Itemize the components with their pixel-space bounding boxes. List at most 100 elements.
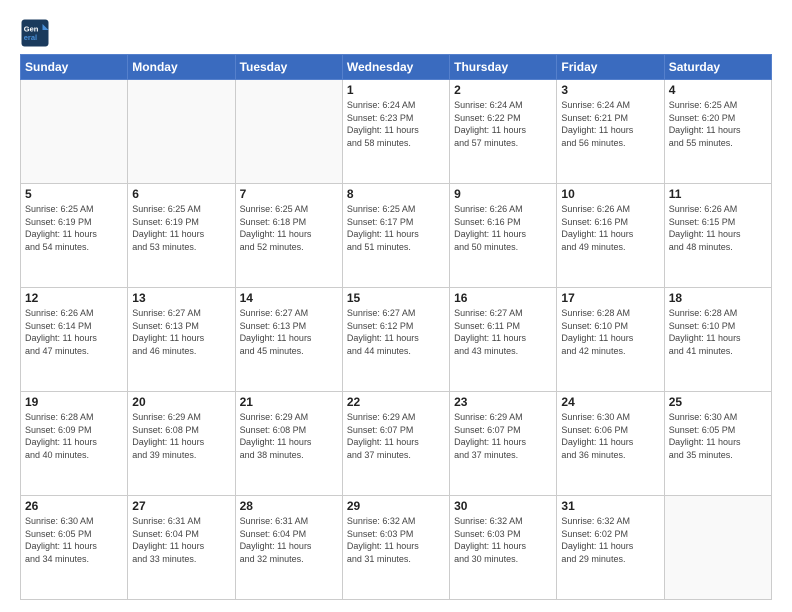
calendar-cell: 10Sunrise: 6:26 AM Sunset: 6:16 PM Dayli… [557, 184, 664, 288]
day-info: Sunrise: 6:32 AM Sunset: 6:03 PM Dayligh… [454, 515, 552, 565]
day-header-thursday: Thursday [450, 55, 557, 80]
day-info: Sunrise: 6:27 AM Sunset: 6:11 PM Dayligh… [454, 307, 552, 357]
day-info: Sunrise: 6:27 AM Sunset: 6:12 PM Dayligh… [347, 307, 445, 357]
day-header-monday: Monday [128, 55, 235, 80]
logo-icon: Gen eral [20, 18, 50, 48]
day-info: Sunrise: 6:28 AM Sunset: 6:10 PM Dayligh… [669, 307, 767, 357]
day-number: 7 [240, 187, 338, 201]
day-info: Sunrise: 6:32 AM Sunset: 6:02 PM Dayligh… [561, 515, 659, 565]
calendar-cell: 17 Sunrise: 6:28 AM Sunset: 6:10 PM Dayli… [557, 288, 664, 392]
day-number: 4 [669, 83, 767, 97]
day-info: Sunrise: 6:25 AM Sunset: 6:19 PM Dayligh… [132, 203, 230, 253]
day-info: Sunrise: 6:25 AM Sunset: 6:19 PM Dayligh… [25, 203, 123, 253]
calendar-cell: 14 Sunrise: 6:27 AM Sunset: 6:13 PM Dayli… [235, 288, 342, 392]
header: Gen eral [20, 18, 772, 48]
day-info: Sunrise: 6:25 AM Sunset: 6:20 PM Dayligh… [669, 99, 767, 149]
day-info: Sunrise: 6:29 AM Sunset: 6:08 PM Dayligh… [240, 411, 338, 461]
svg-text:eral: eral [24, 33, 37, 42]
calendar-cell: 19 Sunrise: 6:28 AM Sunset: 6:09 PM Dayli… [21, 392, 128, 496]
day-info: Sunrise: 6:26 AM Sunset: 6:14 PM Dayligh… [25, 307, 123, 357]
calendar-cell: 3 Sunrise: 6:24 AM Sunset: 6:21 PM Daylig… [557, 80, 664, 184]
day-number: 30 [454, 499, 552, 513]
calendar-cell: 6 Sunrise: 6:25 AM Sunset: 6:19 PM Daylig… [128, 184, 235, 288]
day-info: Sunrise: 6:26 AM Sunset: 6:15 PM Dayligh… [669, 203, 767, 253]
calendar-cell: 12 Sunrise: 6:26 AM Sunset: 6:14 PM Dayli… [21, 288, 128, 392]
calendar-cell: 16Sunrise: 6:27 AM Sunset: 6:11 PM Dayli… [450, 288, 557, 392]
day-number: 25 [669, 395, 767, 409]
calendar-cell: 23 Sunrise: 6:29 AM Sunset: 6:07 PM Dayli… [450, 392, 557, 496]
day-number: 21 [240, 395, 338, 409]
day-number: 11 [669, 187, 767, 201]
calendar-cell: 27 Sunrise: 6:31 AM Sunset: 6:04 PM Dayli… [128, 496, 235, 600]
day-number: 29 [347, 499, 445, 513]
logo: Gen eral [20, 18, 54, 48]
day-number: 23 [454, 395, 552, 409]
calendar-cell: 22Sunrise: 6:29 AM Sunset: 6:07 PM Dayli… [342, 392, 449, 496]
day-info: Sunrise: 6:27 AM Sunset: 6:13 PM Dayligh… [132, 307, 230, 357]
day-number: 17 [561, 291, 659, 305]
day-header-saturday: Saturday [664, 55, 771, 80]
day-info: Sunrise: 6:30 AM Sunset: 6:05 PM Dayligh… [669, 411, 767, 461]
calendar-week-3: 12 Sunrise: 6:26 AM Sunset: 6:14 PM Dayli… [21, 288, 772, 392]
day-number: 27 [132, 499, 230, 513]
day-number: 12 [25, 291, 123, 305]
day-info: Sunrise: 6:25 AM Sunset: 6:17 PM Dayligh… [347, 203, 445, 253]
day-info: Sunrise: 6:28 AM Sunset: 6:10 PM Dayligh… [561, 307, 659, 357]
day-number: 6 [132, 187, 230, 201]
day-number: 18 [669, 291, 767, 305]
day-header-wednesday: Wednesday [342, 55, 449, 80]
calendar-cell: 26 Sunrise: 6:30 AM Sunset: 6:05 PM Dayli… [21, 496, 128, 600]
calendar-cell [235, 80, 342, 184]
day-number: 2 [454, 83, 552, 97]
calendar-cell [21, 80, 128, 184]
day-number: 19 [25, 395, 123, 409]
day-number: 14 [240, 291, 338, 305]
day-info: Sunrise: 6:26 AM Sunset: 6:16 PM Dayligh… [561, 203, 659, 253]
day-number: 13 [132, 291, 230, 305]
day-info: Sunrise: 6:29 AM Sunset: 6:07 PM Dayligh… [454, 411, 552, 461]
day-number: 22 [347, 395, 445, 409]
calendar-cell [128, 80, 235, 184]
page: Gen eral SundayMondayTuesdayWednesdayThu… [0, 0, 792, 612]
day-info: Sunrise: 6:28 AM Sunset: 6:09 PM Dayligh… [25, 411, 123, 461]
calendar-cell: 18 Sunrise: 6:28 AM Sunset: 6:10 PM Dayli… [664, 288, 771, 392]
calendar-week-1: 1 Sunrise: 6:24 AM Sunset: 6:23 PM Daylig… [21, 80, 772, 184]
day-info: Sunrise: 6:24 AM Sunset: 6:21 PM Dayligh… [561, 99, 659, 149]
calendar-cell: 9 Sunrise: 6:26 AM Sunset: 6:16 PM Daylig… [450, 184, 557, 288]
day-number: 24 [561, 395, 659, 409]
day-number: 9 [454, 187, 552, 201]
day-header-friday: Friday [557, 55, 664, 80]
calendar-cell: 15 Sunrise: 6:27 AM Sunset: 6:12 PM Dayli… [342, 288, 449, 392]
day-header-tuesday: Tuesday [235, 55, 342, 80]
day-number: 3 [561, 83, 659, 97]
calendar-cell: 4 Sunrise: 6:25 AM Sunset: 6:20 PM Daylig… [664, 80, 771, 184]
day-number: 28 [240, 499, 338, 513]
calendar-cell: 8Sunrise: 6:25 AM Sunset: 6:17 PM Daylig… [342, 184, 449, 288]
calendar-cell: 1 Sunrise: 6:24 AM Sunset: 6:23 PM Daylig… [342, 80, 449, 184]
calendar-cell: 13 Sunrise: 6:27 AM Sunset: 6:13 PM Dayli… [128, 288, 235, 392]
day-info: Sunrise: 6:30 AM Sunset: 6:05 PM Dayligh… [25, 515, 123, 565]
day-info: Sunrise: 6:31 AM Sunset: 6:04 PM Dayligh… [132, 515, 230, 565]
calendar-week-5: 26 Sunrise: 6:30 AM Sunset: 6:05 PM Dayli… [21, 496, 772, 600]
day-info: Sunrise: 6:24 AM Sunset: 6:23 PM Dayligh… [347, 99, 445, 149]
calendar-cell: 29Sunrise: 6:32 AM Sunset: 6:03 PM Dayli… [342, 496, 449, 600]
calendar-cell: 7Sunrise: 6:25 AM Sunset: 6:18 PM Daylig… [235, 184, 342, 288]
calendar-cell: 24 Sunrise: 6:30 AM Sunset: 6:06 PM Dayli… [557, 392, 664, 496]
calendar-cell: 11 Sunrise: 6:26 AM Sunset: 6:15 PM Dayli… [664, 184, 771, 288]
day-info: Sunrise: 6:24 AM Sunset: 6:22 PM Dayligh… [454, 99, 552, 149]
calendar-header-row: SundayMondayTuesdayWednesdayThursdayFrid… [21, 55, 772, 80]
day-info: Sunrise: 6:30 AM Sunset: 6:06 PM Dayligh… [561, 411, 659, 461]
day-number: 26 [25, 499, 123, 513]
calendar-cell: 2 Sunrise: 6:24 AM Sunset: 6:22 PM Daylig… [450, 80, 557, 184]
day-header-sunday: Sunday [21, 55, 128, 80]
day-number: 5 [25, 187, 123, 201]
calendar-cell: 5 Sunrise: 6:25 AM Sunset: 6:19 PM Daylig… [21, 184, 128, 288]
day-number: 15 [347, 291, 445, 305]
calendar-cell: 28Sunrise: 6:31 AM Sunset: 6:04 PM Dayli… [235, 496, 342, 600]
day-number: 1 [347, 83, 445, 97]
calendar-cell: 30 Sunrise: 6:32 AM Sunset: 6:03 PM Dayli… [450, 496, 557, 600]
day-info: Sunrise: 6:26 AM Sunset: 6:16 PM Dayligh… [454, 203, 552, 253]
day-info: Sunrise: 6:27 AM Sunset: 6:13 PM Dayligh… [240, 307, 338, 357]
day-number: 31 [561, 499, 659, 513]
calendar-cell: 21 Sunrise: 6:29 AM Sunset: 6:08 PM Dayli… [235, 392, 342, 496]
